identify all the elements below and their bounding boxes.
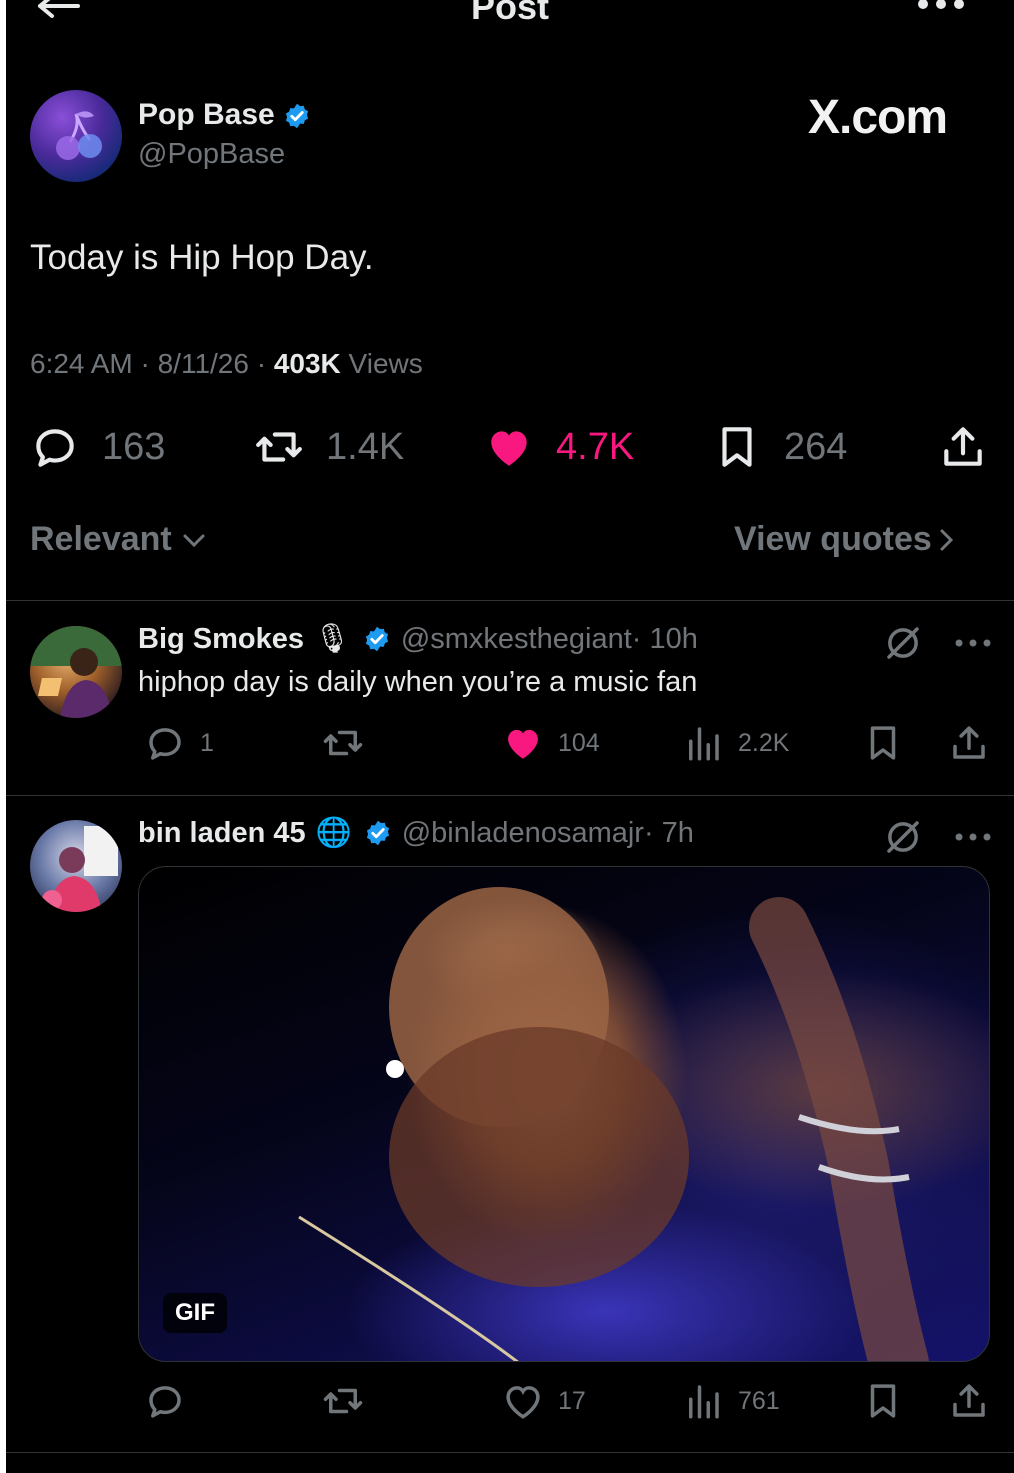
- reply-author-handle[interactable]: @smxkesthegiant: [401, 623, 632, 656]
- reply-views-count: 761: [738, 1386, 780, 1415]
- chevron-right-icon: [940, 529, 953, 550]
- reply-share-button[interactable]: [948, 1378, 1004, 1424]
- reply-reply-button[interactable]: 1: [144, 720, 214, 766]
- like-count: 4.7K: [556, 425, 635, 468]
- page-title: Post: [470, 0, 549, 27]
- top-bar: Post: [6, 0, 1014, 40]
- bookmark-icon: [722, 427, 752, 467]
- share-icon: [953, 726, 985, 759]
- bookmark-icon: [870, 1384, 896, 1418]
- post-screen: Post Pop Base @PopBase X.com Today is Hi…: [6, 0, 1014, 1473]
- repost-icon: [323, 730, 363, 756]
- verified-badge-icon: [365, 626, 388, 652]
- views-count: 403K: [273, 348, 341, 379]
- grok-icon[interactable]: [882, 816, 924, 858]
- verified-badge-icon: [366, 820, 389, 846]
- views-chart-icon: [689, 727, 719, 761]
- gif-frame-illustration: [298, 887, 929, 1361]
- divider: [6, 1452, 1014, 1453]
- reply-more-icon[interactable]: [954, 638, 992, 648]
- reply-header: Big Smokes 🎙 @smxkesthegiant · 10h: [138, 622, 698, 656]
- person-photo-icon: [42, 826, 118, 912]
- reply-author-handle[interactable]: @binladenosamajr: [402, 817, 644, 850]
- gif-badge: GIF: [163, 1293, 227, 1333]
- grok-icon[interactable]: [882, 622, 924, 664]
- chevron-down-icon: [183, 534, 205, 548]
- reply-avatar[interactable]: [30, 820, 122, 912]
- post-meta: 6:24 AM · 8/11/26 · 403K Views: [30, 348, 423, 380]
- reply-repost-button[interactable]: [322, 720, 378, 766]
- views-chart-icon: [689, 1385, 719, 1419]
- reply-like-count: 17: [558, 1386, 586, 1415]
- reply-views-button[interactable]: 2.2K: [682, 720, 789, 766]
- reply-time: · 10h: [631, 622, 698, 655]
- author-name-text: Pop Base: [138, 98, 275, 131]
- reply-text: hiphop day is daily when you’re a music …: [138, 666, 698, 698]
- reply-like-button[interactable]: 17: [502, 1378, 586, 1424]
- reply-name-emoji: 🌐: [315, 817, 352, 849]
- reply-bookmark-button[interactable]: [862, 1378, 918, 1424]
- share-icon: [953, 1384, 985, 1417]
- reply-bookmark-button[interactable]: [862, 720, 918, 766]
- divider: [6, 795, 1014, 796]
- reply-button[interactable]: 163: [30, 418, 165, 476]
- reply-like-count: 104: [558, 728, 600, 757]
- reply-more-icon[interactable]: [954, 832, 992, 842]
- bookmark-button[interactable]: 264: [712, 418, 847, 476]
- author-name[interactable]: Pop Base: [138, 98, 311, 132]
- divider: [6, 600, 1014, 601]
- reply-reply-button[interactable]: [144, 1378, 200, 1424]
- reply-repost-button[interactable]: [322, 1378, 378, 1424]
- reply-time: · 7h: [643, 816, 694, 849]
- more-options-icon[interactable]: [916, 0, 966, 12]
- reply-like-button[interactable]: 104: [502, 720, 600, 766]
- post-timestamp[interactable]: 6:24 AM · 8/11/26 ·: [30, 348, 274, 379]
- reply-name-emoji: 🎙: [314, 623, 351, 655]
- heart-outline-icon: [506, 1386, 540, 1419]
- bookmark-icon: [870, 726, 896, 760]
- xcom-watermark: X.com: [808, 91, 948, 144]
- author-avatar[interactable]: [30, 90, 122, 182]
- heart-filled-icon: [508, 729, 538, 759]
- reply-author-name[interactable]: Big Smokes: [138, 623, 304, 656]
- repost-count: 1.4K: [326, 425, 405, 468]
- reply-header: bin laden 45 🌐 @binladenosamajr · 7h: [138, 816, 694, 850]
- share-button[interactable]: [938, 418, 1010, 476]
- reply-icon: [36, 429, 74, 467]
- sort-dropdown[interactable]: Relevant: [30, 520, 207, 559]
- gif-media[interactable]: GIF: [138, 866, 990, 1362]
- reply-views-count: 2.2K: [738, 728, 790, 757]
- view-quotes-link[interactable]: View quotes: [734, 520, 962, 559]
- verified-badge-icon: [285, 103, 309, 129]
- repost-icon: [256, 432, 302, 462]
- share-icon: [944, 427, 982, 466]
- reply-reply-count: 1: [200, 728, 214, 757]
- views-label: Views: [340, 348, 423, 379]
- reply-avatar[interactable]: [30, 626, 122, 718]
- bookmark-count: 264: [784, 425, 848, 468]
- repost-button[interactable]: 1.4K: [254, 418, 404, 476]
- sort-label: Relevant: [30, 520, 172, 558]
- reply-author-name[interactable]: bin laden 45: [138, 817, 306, 850]
- reply-count: 163: [102, 425, 166, 468]
- like-button[interactable]: 4.7K: [484, 418, 634, 476]
- reply-icon: [149, 1386, 181, 1418]
- reply-views-button[interactable]: 761: [682, 1378, 780, 1424]
- reply-icon: [149, 728, 181, 760]
- post-text: Today is Hip Hop Day.: [30, 238, 374, 277]
- person-photo-icon: [30, 626, 122, 718]
- heart-filled-icon: [491, 431, 527, 466]
- author-handle[interactable]: @PopBase: [138, 138, 285, 171]
- repost-icon: [323, 1388, 363, 1414]
- view-quotes-label: View quotes: [734, 520, 932, 558]
- cherry-logo-icon: [56, 111, 102, 160]
- reply-share-button[interactable]: [948, 720, 1004, 766]
